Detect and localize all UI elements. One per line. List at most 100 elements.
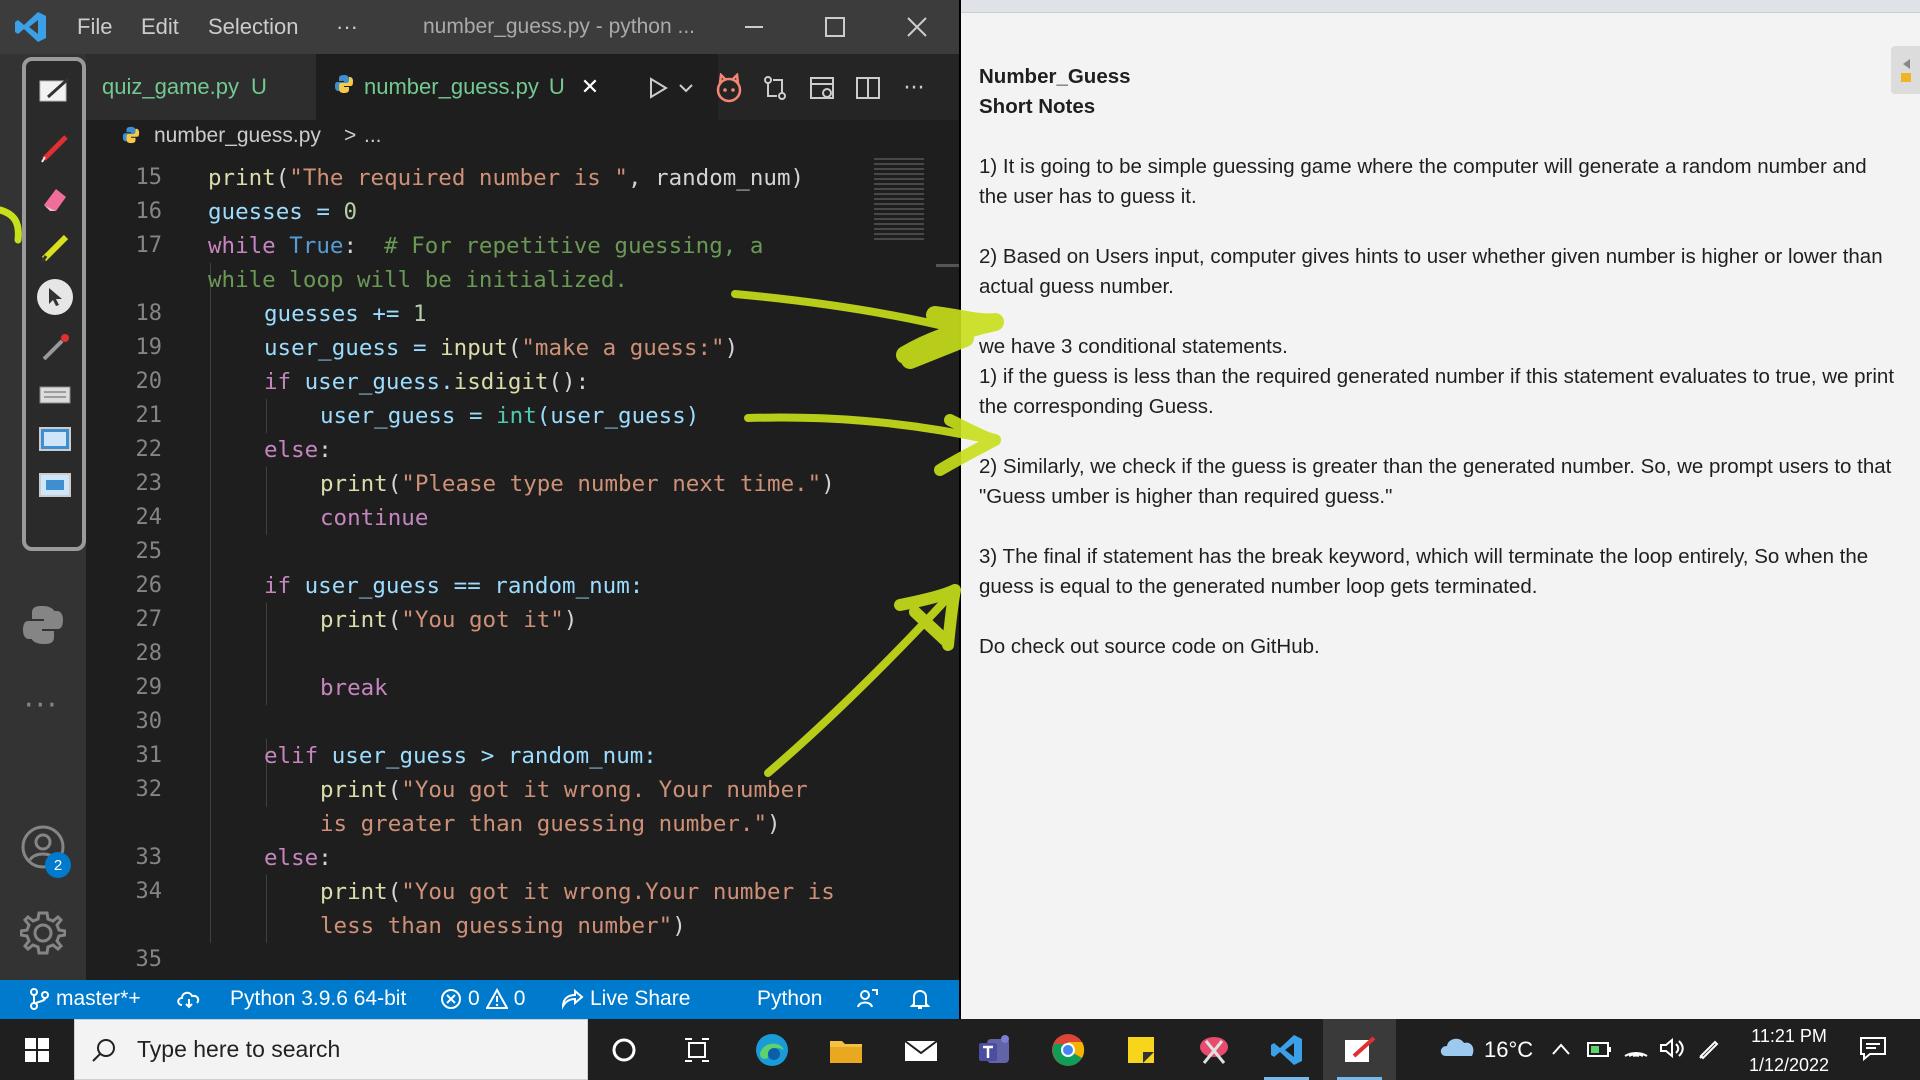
screenshot-icon[interactable] (38, 425, 72, 459)
snip-sketch-icon[interactable] (1177, 1019, 1250, 1080)
minimize-button[interactable] (714, 0, 794, 54)
mail-icon[interactable] (884, 1019, 957, 1080)
edge-browser-icon[interactable] (735, 1019, 808, 1080)
code-line: print("You got it") (320, 607, 578, 633)
code-line: while True: # For repetitive guessing, a (208, 233, 764, 259)
weather-cloud-icon[interactable] (1438, 1030, 1478, 1066)
code-line: break (320, 675, 388, 701)
tab-close-button[interactable]: ✕ (581, 74, 599, 100)
line-number: 35 (135, 947, 163, 972)
clock-date[interactable]: 1/12/2022 (1742, 1055, 1836, 1076)
sync-icon[interactable] (176, 987, 202, 1009)
notes-top-strip (961, 0, 1920, 13)
vscode-window: File Edit Selection ··· number_guess.py … (0, 0, 959, 1019)
start-windows-icon[interactable] (0, 1019, 73, 1080)
line-number: 26 (135, 573, 163, 598)
code-line: guesses += 1 (264, 301, 427, 327)
annotation-toolbar (22, 57, 86, 551)
error-count: 0 (468, 987, 480, 1010)
branch-label: master*+ (56, 987, 141, 1010)
notes-paragraph: Do check out source code on GitHub. (979, 635, 1320, 658)
search-placeholder: Type here to search (137, 1036, 341, 1062)
code-line: else: (264, 845, 332, 871)
code-line: print("Please type number next time.") (320, 471, 835, 497)
menu-file[interactable]: File (77, 14, 112, 40)
code-line: elif user_guess > random_num: (264, 743, 657, 769)
notes-paragraph: 3) The final if statement has the break … (979, 545, 1869, 598)
wifi-icon[interactable] (1623, 1036, 1649, 1064)
breadcrumb-file[interactable]: number_guess.py (154, 124, 321, 148)
live-share-label: Live Share (590, 987, 691, 1010)
weather-temperature[interactable]: 16°C (1484, 1037, 1533, 1063)
live-share-icon (561, 988, 584, 1010)
notepad-pen-icon[interactable] (38, 75, 72, 109)
more-actions-icon[interactable]: ··· (898, 72, 930, 104)
line-number: 28 (135, 641, 163, 666)
notes-title: Number_Guess (979, 65, 1131, 88)
line-number: 31 (135, 743, 163, 768)
notifications-bell-icon[interactable] (908, 987, 932, 1011)
python-file-icon (122, 126, 140, 150)
teams-icon[interactable] (958, 1019, 1031, 1080)
file-explorer-icon[interactable] (809, 1019, 882, 1080)
error-icon (441, 989, 461, 1009)
code-line: user_guess = int(user_guess) (320, 403, 700, 429)
line-number: 15 (135, 165, 163, 190)
live-share[interactable]: Live Share (560, 987, 690, 1011)
language-mode[interactable]: Python (757, 987, 822, 1011)
copilot-cat-icon[interactable] (713, 72, 745, 104)
warning-count: 0 (513, 987, 526, 1010)
pen-workspace-icon[interactable] (1697, 1036, 1721, 1064)
highlighter-icon[interactable] (38, 231, 72, 269)
task-view-icon[interactable] (660, 1019, 733, 1080)
battery-icon[interactable] (1586, 1038, 1612, 1064)
chevron-up-icon[interactable] (1550, 1040, 1572, 1062)
git-branch-icon (30, 988, 49, 1010)
python-interpreter[interactable]: Python 3.9.6 64-bit (230, 987, 406, 1011)
problems-indicator[interactable]: 0 0 (440, 987, 525, 1011)
notes-content[interactable]: Number_Guess Short Notes 1) It is going … (979, 62, 1899, 662)
cortana-icon[interactable] (587, 1019, 660, 1080)
feedback-icon[interactable] (855, 987, 879, 1011)
compare-changes-icon[interactable] (759, 72, 791, 104)
whiteboard-icon[interactable] (38, 471, 72, 505)
manage-gear-icon[interactable] (19, 910, 67, 960)
open-preview-icon[interactable] (806, 72, 838, 104)
code-line: user_guess = input("make a guess:") (264, 335, 739, 361)
menu-selection[interactable]: Selection (208, 14, 299, 40)
notes-paragraph: 2) Similarly, we check if the guess is g… (979, 455, 1892, 508)
notification-center-icon[interactable] (1858, 1034, 1888, 1066)
keyboard-icon[interactable] (38, 383, 72, 411)
breadcrumb: number_guess.py > ... (86, 120, 959, 154)
breadcrumb-symbol[interactable]: ... (364, 124, 382, 148)
clock-time[interactable]: 11:21 PM (1749, 1026, 1829, 1047)
tab-label: number_guess.py (364, 74, 539, 99)
menu-more[interactable]: ··· (336, 14, 358, 40)
git-branch[interactable]: master*+ (28, 987, 141, 1011)
notes-paragraph: 1) if the guess is less than the require… (979, 365, 1895, 418)
line-number: 21 (135, 403, 163, 428)
minimap[interactable] (874, 158, 924, 242)
line-number: 34 (135, 879, 163, 904)
vscode-taskbar-icon[interactable] (1250, 1019, 1323, 1080)
sticky-notes-icon[interactable] (1104, 1019, 1177, 1080)
chevron-down-icon[interactable] (670, 72, 702, 104)
volume-icon[interactable] (1658, 1036, 1684, 1064)
pointer-tool-icon[interactable] (37, 279, 73, 315)
split-editor-icon[interactable] (852, 72, 884, 104)
epic-pen-taskbar-icon[interactable] (1323, 1019, 1396, 1080)
eraser-icon[interactable] (38, 181, 72, 219)
menu-edit[interactable]: Edit (141, 14, 179, 40)
line-number: 29 (135, 675, 163, 700)
tab-quiz-game[interactable]: quiz_game.py U (86, 54, 316, 120)
laser-pen-icon[interactable] (38, 331, 72, 369)
more-views-icon[interactable]: ··· (24, 688, 59, 723)
code-editor[interactable]: 15 16 17 18 19 20 21 22 23 24 25 26 27 2… (86, 154, 959, 980)
close-window-button[interactable] (877, 0, 957, 54)
scrollbar-marker[interactable] (936, 264, 959, 267)
taskbar-search-box[interactable]: Type here to search (74, 1019, 588, 1080)
red-pen-icon[interactable] (38, 131, 72, 169)
maximize-button[interactable] (795, 0, 875, 54)
chrome-icon[interactable] (1031, 1019, 1104, 1080)
python-icon[interactable] (20, 602, 66, 652)
